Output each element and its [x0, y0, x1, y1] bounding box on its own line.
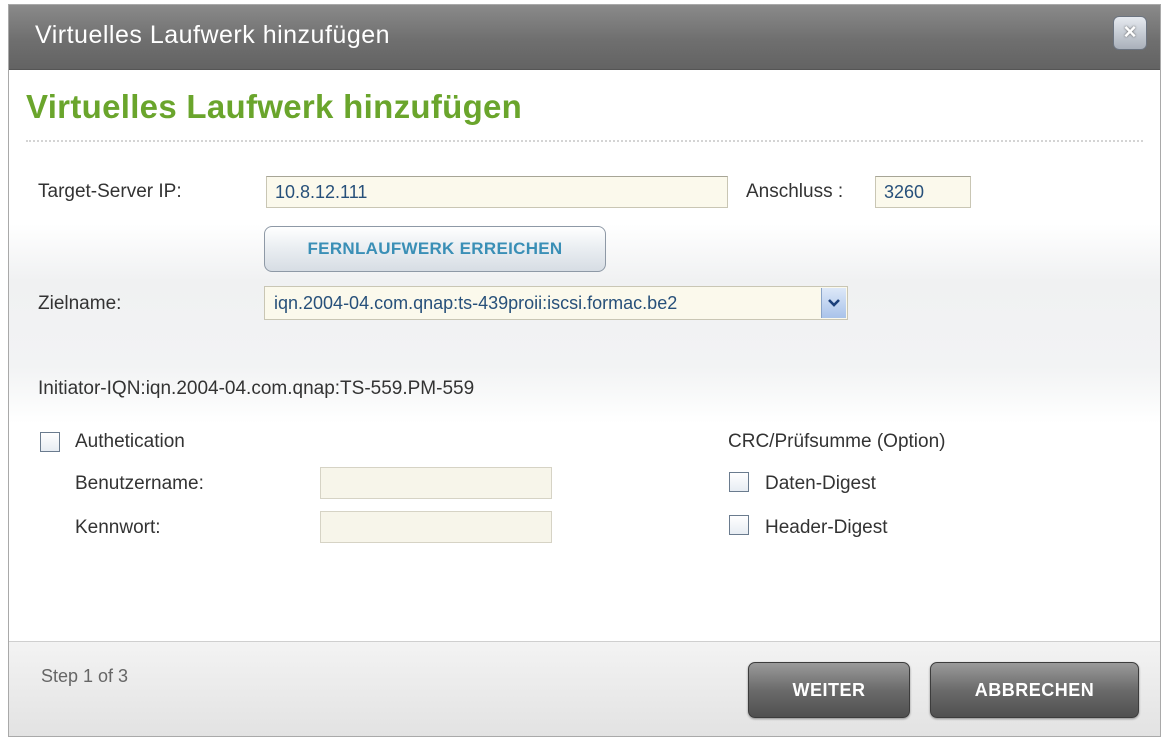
- data-digest-label: Daten-Digest: [765, 473, 876, 494]
- password-label: Kennwort:: [75, 517, 161, 538]
- port-label: Anschluss :: [746, 181, 844, 202]
- chevron-down-icon[interactable]: [821, 288, 846, 318]
- data-digest-checkbox[interactable]: [729, 472, 749, 492]
- dialog-content: Virtuelles Laufwerk hinzufügen Target-Se…: [9, 70, 1160, 640]
- step-indicator: Step 1 of 3: [41, 666, 129, 686]
- dialog-titlebar: Virtuelles Laufwerk hinzufügen ×: [9, 5, 1160, 70]
- target-ip-input[interactable]: [266, 176, 728, 208]
- authentication-checkbox[interactable]: [40, 432, 60, 452]
- target-name-label: Zielname:: [38, 293, 122, 314]
- username-label: Benutzername:: [75, 473, 204, 494]
- cancel-button[interactable]: ABBRECHEN: [930, 662, 1139, 718]
- target-name-select[interactable]: iqn.2004-04.com.qnap:ts-439proii:iscsi.f…: [264, 286, 848, 320]
- crc-checksum-label: CRC/Prüfsumme (Option): [728, 431, 946, 452]
- dialog-title: Virtuelles Laufwerk hinzufügen: [35, 21, 391, 49]
- dialog-footer: Step 1 of 3 WEITER ABBRECHEN: [9, 641, 1160, 736]
- password-input[interactable]: [320, 511, 552, 543]
- target-ip-label: Target-Server IP:: [38, 181, 182, 202]
- header-digest-checkbox[interactable]: [729, 515, 749, 535]
- connect-remote-disk-button[interactable]: FERNLAUFWERK ERREICHEN: [264, 226, 606, 272]
- authentication-label: Authetication: [75, 431, 185, 452]
- page-title: Virtuelles Laufwerk hinzufügen: [26, 88, 523, 125]
- add-virtual-disk-dialog: Virtuelles Laufwerk hinzufügen × Virtuel…: [8, 4, 1161, 737]
- username-input[interactable]: [320, 467, 552, 499]
- close-button[interactable]: ×: [1113, 16, 1147, 50]
- heading-divider: [26, 140, 1143, 142]
- target-name-value: iqn.2004-04.com.qnap:ts-439proii:iscsi.f…: [274, 293, 678, 313]
- header-digest-label: Header-Digest: [765, 517, 888, 538]
- next-button[interactable]: WEITER: [748, 662, 910, 718]
- initiator-iqn-text: Initiator-IQN:iqn.2004-04.com.qnap:TS-55…: [38, 378, 475, 399]
- port-input[interactable]: [875, 176, 971, 208]
- close-icon: ×: [1123, 19, 1137, 44]
